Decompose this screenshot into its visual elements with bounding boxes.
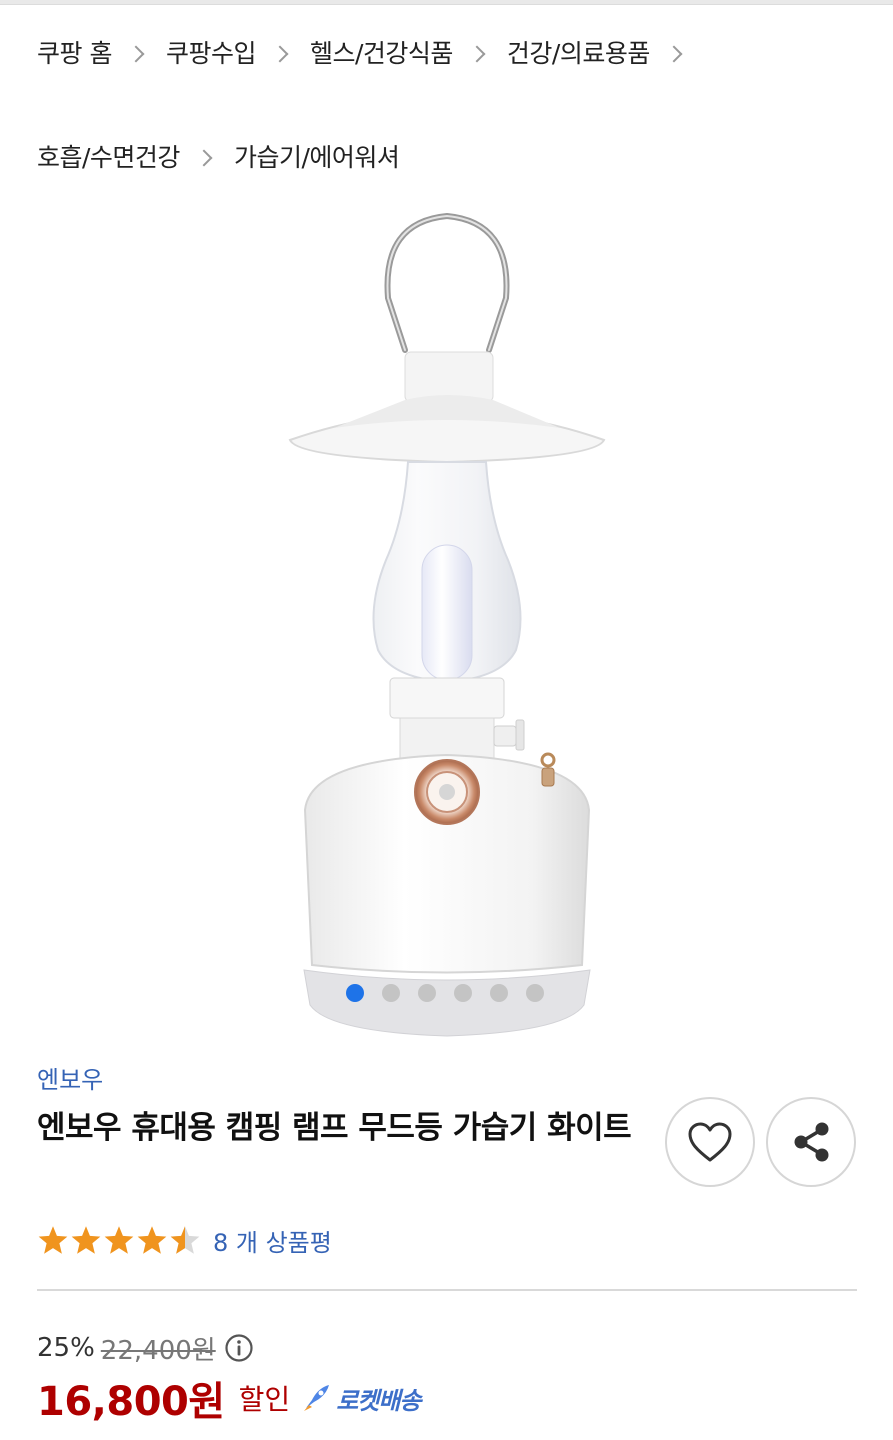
star-full-icon [38,1226,68,1254]
breadcrumb-row-2: 호흡/수면건강 가습기/에어워셔 [37,130,867,182]
breadcrumb-item-coupang-import[interactable]: 쿠팡수입 [166,34,257,70]
chevron-right-icon [665,45,683,63]
gallery-dot-3[interactable] [418,984,436,1002]
heart-icon [688,1122,732,1162]
share-button[interactable] [766,1097,856,1187]
star-full-icon [71,1226,101,1254]
review-count-link[interactable]: 8 개 상품평 [213,1223,332,1258]
share-icon [794,1122,829,1162]
star-rating [37,1225,201,1255]
breadcrumb-row-1: 쿠팡 홈 쿠팡수입 헬스/건강식품 건강/의료용품 [37,26,867,78]
chevron-right-icon [468,45,486,63]
discount-rate: 25% [37,1333,95,1363]
star-half-icon [170,1226,200,1254]
breadcrumb: 쿠팡 홈 쿠팡수입 헬스/건강식품 건강/의료용품 호흡/수면건강 가습기/에어… [37,26,867,182]
breadcrumb-item-humidifier[interactable]: 가습기/에어워셔 [234,138,400,174]
gallery-dot-6[interactable] [526,984,544,1002]
chevron-right-icon [195,149,213,167]
top-edge [0,0,893,5]
product-image [288,212,606,1037]
sale-price: 16,800원 [37,1379,225,1425]
breadcrumb-item-breathing-sleep[interactable]: 호흡/수면건강 [37,138,180,174]
product-image-gallery[interactable] [0,200,893,1050]
gallery-dot-4[interactable] [454,984,472,1002]
product-title: 엔보우 휴대용 캠핑 램프 무드등 가습기 화이트 [37,1110,632,1146]
breadcrumb-item-home[interactable]: 쿠팡 홈 [37,34,112,70]
chevron-right-icon [271,45,289,63]
rocket-delivery-label: 로켓배송 [336,1386,421,1415]
info-icon[interactable] [224,1333,254,1363]
gallery-dot-2[interactable] [382,984,400,1002]
rating-summary[interactable]: 8 개 상품평 [37,1220,332,1260]
wishlist-button[interactable] [665,1097,755,1187]
gallery-dot-1[interactable] [346,984,364,1002]
breadcrumb-item-medical-supplies[interactable]: 건강/의료용품 [507,34,650,70]
rocket-icon [304,1385,330,1411]
gallery-dot-5[interactable] [490,984,508,1002]
sale-label: 할인 [238,1383,291,1416]
gallery-pagination [346,984,544,1002]
brand-link[interactable]: 엔보우 [37,1060,103,1095]
rocket-delivery-badge: 로켓배송 [300,1381,422,1416]
sale-price-row: 16,800원 할인 로켓배송 [37,1370,422,1426]
original-price: 22,400원 [100,1335,216,1366]
star-full-icon [104,1226,134,1254]
breadcrumb-item-health-food[interactable]: 헬스/건강식품 [310,34,453,70]
divider [37,1289,857,1291]
chevron-right-icon [127,45,145,63]
star-full-icon [137,1226,167,1254]
discount-info: 25% 22,400원 [37,1328,254,1368]
